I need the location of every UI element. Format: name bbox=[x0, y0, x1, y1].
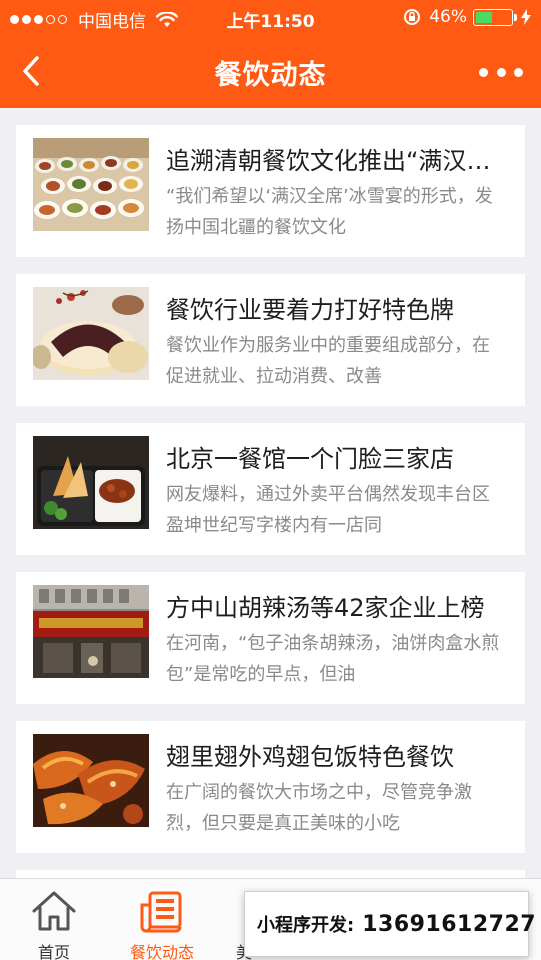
nav-bar: 餐饮动态 bbox=[0, 36, 541, 108]
article-summary: 在广阔的餐饮大市场之中，尽管竞争激烈，但只要是真正美味的小吃 bbox=[166, 782, 472, 834]
status-right: 46% bbox=[403, 7, 531, 27]
tab-label: 餐饮动态 bbox=[129, 943, 194, 960]
battery-icon bbox=[473, 8, 517, 26]
article-summary: 网友爆料，通过外卖平台偶然发现丰台区盈坤世纪写字楼内有一店同 bbox=[166, 484, 490, 536]
article-thumbnail-banquet bbox=[33, 138, 149, 231]
promo-phone: 13691612727 bbox=[362, 911, 537, 937]
article-card[interactable]: 追溯清朝餐饮文化推出“满汉全席”冰雪宴 “我们希望以‘满汉全席’冰雪宴的形式，发… bbox=[16, 125, 525, 257]
article-card[interactable]: 翅里翅外鸡翅包饭特色餐饮 在广阔的餐饮大市场之中，尽管竞争激烈，但只要是真正美味… bbox=[16, 721, 525, 853]
article-title: 方中山胡辣汤等42家企业上榜 bbox=[166, 594, 485, 622]
home-icon bbox=[32, 891, 76, 931]
article-card[interactable]: 餐饮行业要着力打好特色牌 餐饮业作为服务业中的重要组成部分，在促进就业、拉动消费… bbox=[16, 274, 525, 406]
article-summary: “我们希望以‘满汉全席’冰雪宴的形式，发扬中国北疆的餐饮文化 bbox=[166, 186, 493, 238]
article-summary: 餐饮业作为服务业中的重要组成部分，在促进就业、拉动消费、改善 bbox=[166, 335, 490, 387]
tab-home[interactable]: 首页 bbox=[0, 879, 108, 960]
article-title: 北京一餐馆一个门脸三家店 bbox=[166, 445, 454, 473]
battery-percent: 46% bbox=[429, 7, 467, 27]
article-thumbnail-chicken-wings bbox=[33, 734, 149, 827]
battery-fill bbox=[476, 11, 492, 23]
article-list: 追溯清朝餐饮文化推出“满汉全席”冰雪宴 “我们希望以‘满汉全席’冰雪宴的形式，发… bbox=[0, 108, 541, 878]
article-card[interactable]: 北京一餐馆一个门脸三家店 网友爆料，通过外卖平台偶然发现丰台区盈坤世纪写字楼内有… bbox=[16, 423, 525, 555]
tab-label: 首页 bbox=[37, 943, 70, 960]
article-card-partial[interactable] bbox=[16, 870, 525, 878]
article-title: 餐饮行业要着力打好特色牌 bbox=[166, 296, 454, 324]
article-thumbnail-pastry bbox=[33, 287, 149, 380]
more-dot bbox=[514, 67, 523, 77]
article-title: 翅里翅外鸡翅包饭特色餐饮 bbox=[166, 743, 454, 771]
article-card[interactable]: 方中山胡辣汤等42家企业上榜 在河南，“包子油条胡辣汤，油饼肉盒水煎包”是常吃的… bbox=[16, 572, 525, 704]
charging-bolt-icon bbox=[521, 9, 531, 25]
more-button[interactable] bbox=[479, 60, 523, 84]
article-thumbnail-bento bbox=[33, 436, 149, 529]
article-title: 追溯清朝餐饮文化推出“满汉全席”冰雪宴 bbox=[166, 147, 506, 175]
news-icon bbox=[140, 891, 182, 933]
promo-banner[interactable]: 小程序开发: 13691612727 bbox=[244, 891, 536, 957]
more-dot bbox=[496, 67, 506, 77]
status-bar: 中国电信 上午11:50 46% bbox=[0, 0, 541, 36]
header: 中国电信 上午11:50 46% 餐饮动态 bbox=[0, 0, 541, 108]
tab-news[interactable]: 餐饮动态 bbox=[108, 879, 216, 960]
rotation-lock-icon bbox=[404, 9, 421, 25]
promo-label: 小程序开发: bbox=[257, 915, 355, 936]
article-summary: 在河南，“包子油条胡辣汤，油饼肉盒水煎包”是常吃的早点，但油 bbox=[166, 633, 500, 685]
page-title: 餐饮动态 bbox=[214, 60, 327, 91]
battery-cap bbox=[514, 13, 517, 21]
article-thumbnail-storefront bbox=[33, 585, 149, 678]
more-dot bbox=[479, 67, 488, 77]
